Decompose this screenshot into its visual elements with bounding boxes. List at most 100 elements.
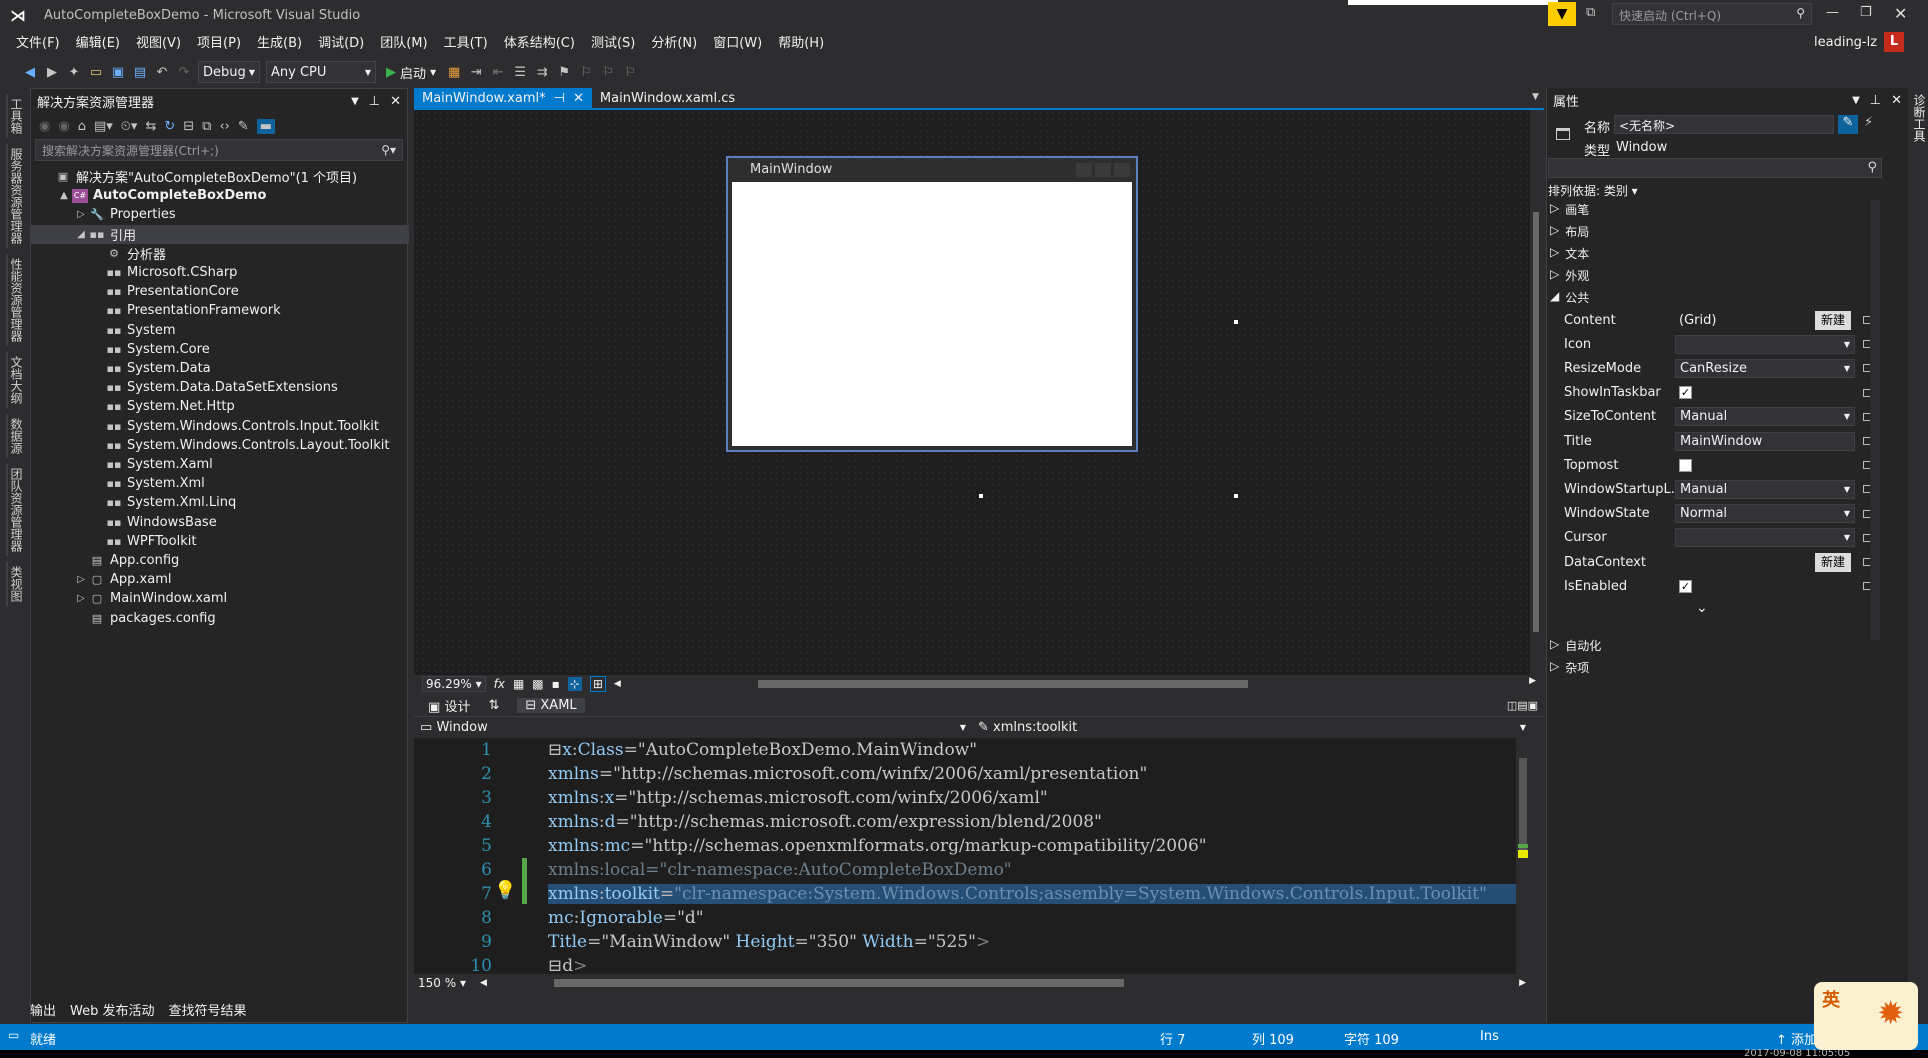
tab-xaml[interactable]: ⊟ XAML [517,698,585,713]
left-strip-tab[interactable]: 性能资源管理器 [6,254,25,346]
property-category[interactable]: ▷ 自动化 [1550,637,1601,654]
browser-link-icon[interactable]: ▦ [446,64,462,80]
checkbox[interactable]: ✓ [1679,386,1692,400]
property-category[interactable]: ▷ 外观 [1550,267,1589,284]
project-code-icon[interactable]: ⊞ [589,676,606,692]
minimize-button[interactable]: — [1826,5,1839,20]
property-value[interactable]: CanResize ▼ [1675,358,1855,378]
designer-hscrollbar[interactable] [758,680,1248,688]
tree-item[interactable]: ▪▪ System.Windows.Controls.Input.Toolkit [31,417,409,436]
view-code-icon[interactable]: ‹› [219,119,229,134]
refresh-icon[interactable]: ↻ [164,119,175,134]
tree-item[interactable]: ▪▪ PresentationFramework [31,301,409,320]
scroll-left-icon[interactable]: ◀ [614,679,621,689]
tree-item[interactable]: ▪▪ System.Data.DataSetExtensions [31,378,409,397]
menu-item[interactable]: 测试(S) [583,32,643,56]
property-category[interactable]: ▷ 杂项 [1550,659,1589,676]
code-line[interactable]: xmlns:toolkit="clr-namespace:System.Wind… [548,884,1518,904]
property-category[interactable]: ▷ 布局 [1550,223,1589,240]
scroll-left-icon[interactable]: ◀ [480,978,487,988]
bookmark-prev-icon[interactable]: ⚐ [578,64,594,80]
tree-item[interactable]: ▤ packages.config [31,609,409,628]
grid-icon[interactable]: ▦ [513,677,524,691]
sync-icon[interactable]: ⇆ [145,119,156,134]
expander-icon[interactable]: ◢ [73,229,89,240]
bottom-tab[interactable]: 查找符号结果 [169,1000,247,1019]
feedback-icon[interactable]: ⧉ [1586,5,1595,20]
properties-vscrollbar[interactable] [1870,200,1880,640]
menu-item[interactable]: 分析(N) [643,32,705,56]
tree-item[interactable]: ⚙ 分析器 [31,244,409,263]
tree-item[interactable]: ▷ ▢ App.xaml [31,570,409,589]
tree-item[interactable]: ▪▪ System.Windows.Controls.Layout.Toolkit [31,436,409,455]
tree-item[interactable]: ◢ ▪▪ 引用 [31,224,409,244]
code-line[interactable]: xmlns:local="clr-namespace:AutoCompleteB… [548,860,1012,880]
align-icon[interactable]: ☰ [512,64,528,80]
property-value[interactable] [1675,456,1855,475]
tree-item[interactable]: ▲ C# AutoCompleteBoxDemo [31,186,409,205]
properties-icon[interactable]: ✎ [238,119,249,134]
forward-icon[interactable]: ◉ [58,119,69,134]
tree-item[interactable]: ▪▪ Microsoft.CSharp [31,263,409,282]
designer-zoom-select[interactable]: 96.29% ▾ [422,676,486,692]
properties-search-input[interactable]: ⚲ [1548,158,1882,178]
fx-icon[interactable]: fx [494,677,505,691]
forward-icon[interactable]: ▶ [44,64,60,80]
tree-item[interactable]: ▤ App.config [31,551,409,570]
expander-icon[interactable]: ▲ [56,190,72,201]
menu-item[interactable]: 项目(P) [189,32,249,56]
design-window[interactable]: MainWindow [726,156,1138,452]
snap-lines-icon[interactable]: ⊹ [567,677,582,691]
element-nav-select[interactable]: ▭ Window ▼ [414,720,972,735]
expand-more-icon[interactable]: ⌄ [1696,600,1708,616]
scroll-right-icon[interactable]: ▶ [1519,978,1526,988]
pending-changes-icon[interactable]: ⏲▾ [121,119,138,134]
expander-icon[interactable]: ▷ [73,574,89,585]
property-category[interactable]: ▷ 文本 [1550,245,1589,262]
resize-handle-bottom[interactable] [979,494,983,498]
format-icon[interactable]: ⇉ [534,64,550,80]
new-project-icon[interactable]: ✦ [66,64,82,80]
resize-handle-corner[interactable] [1234,494,1238,498]
menu-item[interactable]: 文件(F) [8,32,68,56]
ime-indicator[interactable]: 英 ✹ [1814,982,1918,1050]
menu-item[interactable]: 视图(V) [128,32,189,56]
save-icon[interactable]: ▣ [110,64,126,80]
dropdown-icon[interactable]: ▼ [351,96,359,107]
xaml-designer-surface[interactable]: MainWindow [414,110,1530,675]
menu-item[interactable]: 生成(B) [249,32,310,56]
code-line[interactable]: ⊟d> [548,956,587,976]
menu-item[interactable]: 帮助(H) [770,32,832,56]
menu-item[interactable]: 调试(D) [310,32,372,56]
code-line[interactable]: mc:Ignorable="d" [548,908,704,928]
property-value[interactable]: 新建 [1675,552,1855,572]
save-all-icon[interactable]: ▤ [132,64,148,80]
code-line[interactable]: xmlns:d="http://schemas.microsoft.com/ex… [548,812,1102,832]
pin-icon[interactable]: ⊥ [1870,93,1881,108]
tree-item[interactable]: ▪▪ WindowsBase [31,513,409,532]
tree-item[interactable]: ▪▪ WPFToolkit [31,532,409,551]
property-value[interactable]: ✓ [1675,577,1855,596]
close-icon[interactable]: ✕ [1891,93,1902,108]
dropdown-icon[interactable]: ▼ [1852,95,1860,106]
redo-icon[interactable]: ↷ [176,64,192,80]
tree-item[interactable]: ▪▪ System.Data [31,359,409,378]
new-button[interactable]: 新建 [1814,310,1851,330]
menu-item[interactable]: 体系结构(C) [496,32,583,56]
checkbox[interactable] [1679,458,1692,472]
back-icon[interactable]: ◉ [39,119,50,134]
new-button[interactable]: 新建 [1814,552,1851,572]
bottom-tab[interactable]: 输出 [30,1000,56,1019]
split-layout-icons[interactable]: ◫▤▣ [1507,699,1538,712]
code-vscrollbar[interactable] [1516,738,1530,974]
document-tab[interactable]: MainWindow.xaml.cs [592,88,743,108]
solution-search-input[interactable]: 搜索解决方案资源管理器(Ctrl+;) ⚲▾ [35,139,403,161]
tree-item[interactable]: ▪▪ System.Xml.Linq [31,493,409,512]
property-value[interactable]: ✓ [1675,383,1855,402]
pin-icon[interactable]: ⊣ [554,91,565,106]
tree-item[interactable]: ▪▪ PresentationCore [31,282,409,301]
expander-icon[interactable]: ▷ [73,209,89,220]
tab-overflow-icon[interactable]: ▼ [1532,92,1539,102]
tab-design[interactable]: ▣ 设计 [428,696,470,715]
start-button[interactable]: ▶ 启动 ▼ [382,63,440,82]
